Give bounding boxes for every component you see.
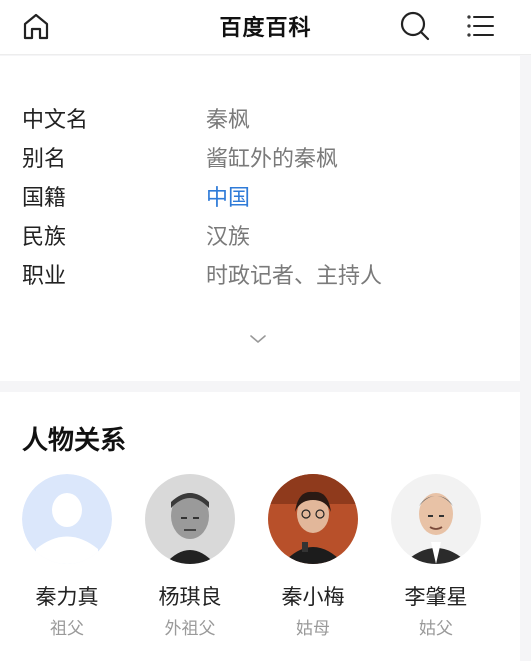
top-nav-bar: 百度百科	[0, 0, 531, 55]
relation-person-3[interactable]: 秦小梅 姑母	[268, 474, 368, 644]
info-key: 别名	[22, 147, 67, 172]
portrait-photo	[145, 474, 235, 564]
person-relation: 祖父	[50, 619, 84, 639]
relation-person-1[interactable]: 秦力真 祖父	[22, 474, 122, 644]
person-relation: 姑父	[419, 619, 453, 639]
relations-title: 人物关系	[22, 426, 127, 456]
relations-card: 人物关系 秦力真 祖父 杨琪良 外祖父 秦小梅 姑母 李肇星 姑父	[0, 392, 520, 661]
placeholder-person-icon	[22, 474, 112, 564]
portrait-photo	[391, 474, 481, 564]
person-name: 李肇星	[404, 585, 468, 609]
person-name: 杨琪良	[158, 585, 222, 609]
info-value: 时政记者、主持人	[206, 264, 383, 289]
nationality-link[interactable]: 中国	[206, 184, 250, 214]
person-name: 秦小梅	[281, 585, 345, 609]
relation-person-4[interactable]: 李肇星 姑父	[391, 474, 491, 644]
portrait-photo	[268, 474, 358, 564]
info-key: 国籍	[22, 186, 67, 211]
person-relation: 姑母	[296, 619, 330, 639]
expand-chevron-down-icon[interactable]	[248, 332, 268, 346]
menu-icon[interactable]	[464, 9, 498, 43]
info-key: 民族	[22, 225, 67, 250]
info-value: 酱缸外的秦枫	[206, 147, 339, 172]
search-icon[interactable]	[398, 9, 432, 43]
info-value: 汉族	[206, 225, 251, 250]
relation-person-2[interactable]: 杨琪良 外祖父	[145, 474, 245, 644]
basic-info-card: 中文名 秦枫 别名 酱缸外的秦枫 国籍 中国 民族 汉族 职业 时政记者、主持人	[0, 56, 520, 381]
info-key: 中文名	[22, 108, 89, 133]
person-name: 秦力真	[35, 585, 99, 609]
person-relation: 外祖父	[164, 619, 216, 639]
info-value: 秦枫	[206, 108, 251, 133]
info-key: 职业	[22, 264, 67, 289]
site-title: 百度百科	[219, 16, 312, 41]
